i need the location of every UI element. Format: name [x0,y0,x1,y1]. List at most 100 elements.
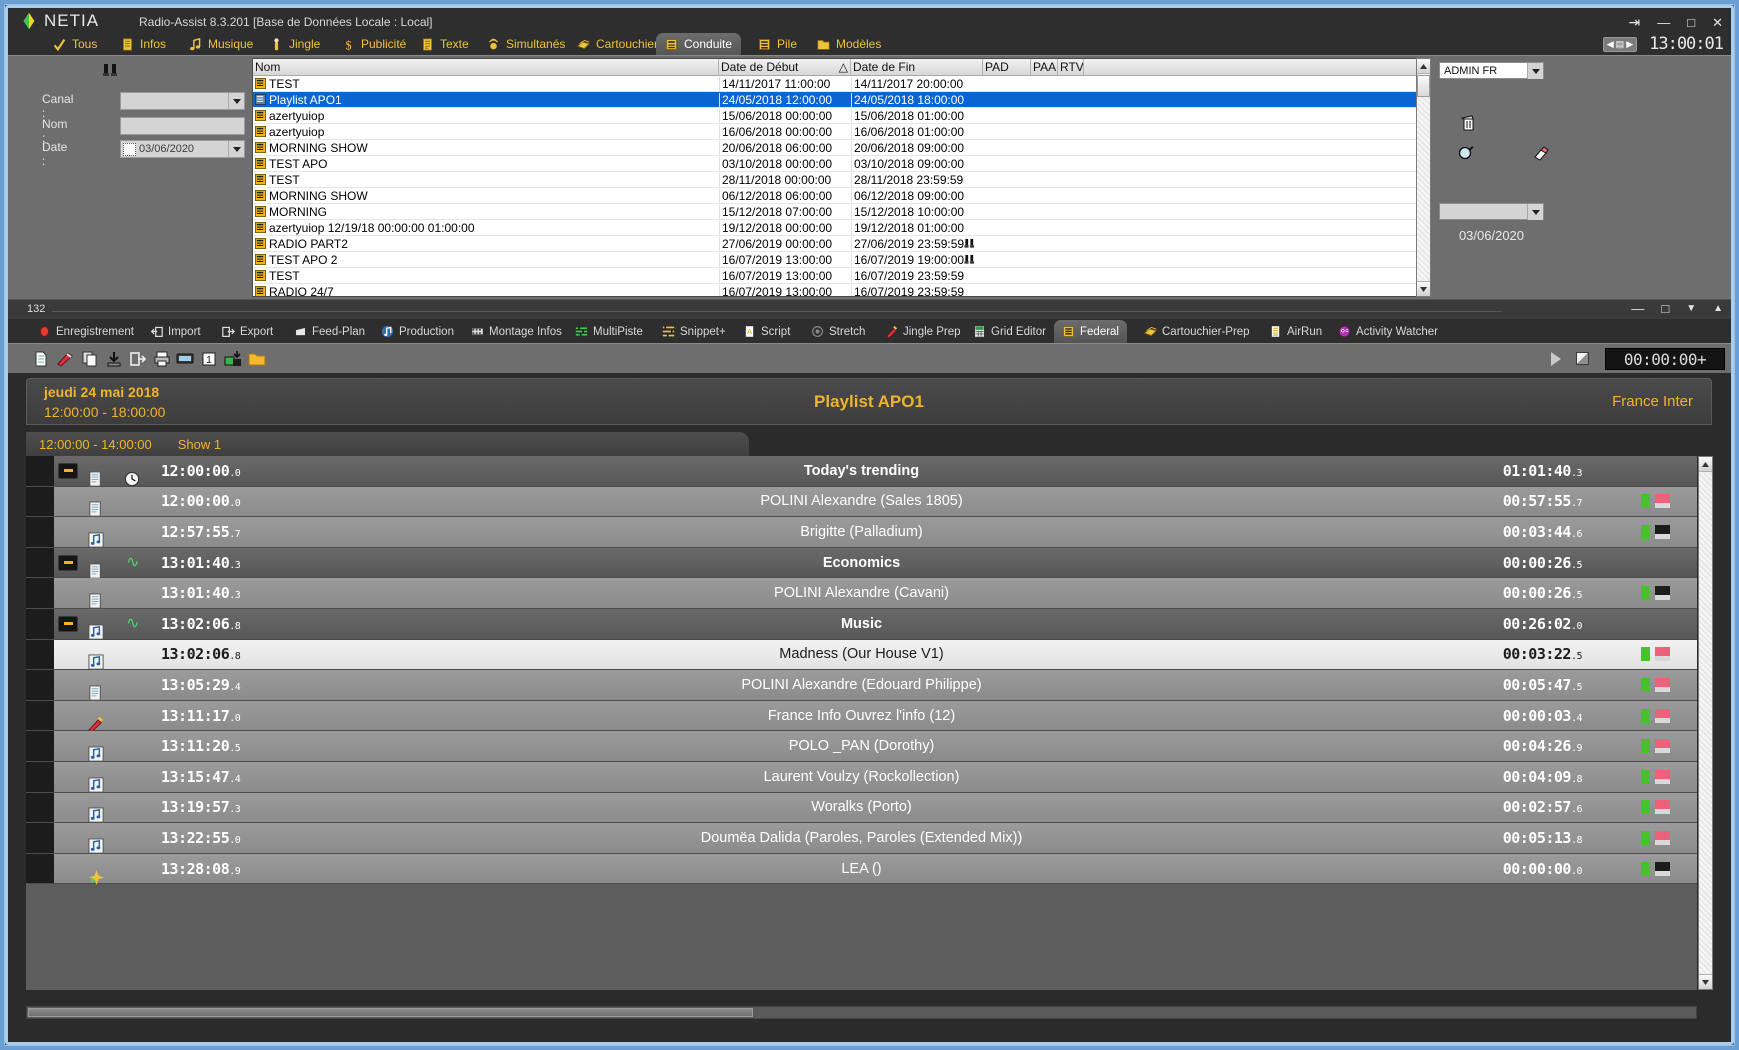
column-header-start[interactable]: Date de Début △ [719,59,851,75]
chevron-down-icon[interactable] [228,141,244,157]
nom-input[interactable] [120,117,245,135]
table-row[interactable]: azertyuiop 16/06/2018 00:00:00 16/06/2018 … [253,124,1430,140]
date-enable-checkbox[interactable] [123,142,136,156]
secondary-select[interactable] [1439,203,1544,220]
column-header-nom[interactable]: Nom [253,59,719,75]
module-tab-activity-watcher[interactable]: Activity Watcher [1330,320,1446,343]
scroll-down-button[interactable] [1417,281,1430,296]
items-horizontal-scrollbar[interactable] [26,1006,1697,1019]
column-header-end[interactable]: Date de Fin [851,59,983,75]
module-tab-import[interactable]: Import [142,320,209,343]
user-select[interactable]: ADMIN FR [1439,62,1544,79]
tab-conduite[interactable]: Conduite [656,33,742,55]
column-header-pad[interactable]: PAD [983,59,1031,75]
module-tab-stretch[interactable]: Stretch [803,320,873,343]
tab-simultan-s[interactable]: Simultanés [478,33,574,55]
table-row[interactable]: MORNING SHOW 20/06/2018 06:00:00 20/06/201… [253,140,1430,156]
column-header-paa[interactable]: PAA [1031,59,1058,75]
playlist-item-row[interactable]: 12:00:00.0 POLINI Alexandre (Sales 1805) 0… [26,486,1697,518]
canal-select[interactable] [120,92,245,110]
logout-icon[interactable]: ⇥ [1629,15,1641,29]
playlist-item-row[interactable]: 13:11:17.0 France Info Ouvrez l'info (12)… [26,700,1697,733]
playlist-item-row[interactable]: 12:57:55.7 Brigitte (Palladium) 00:03:44.6 [26,517,1697,548]
scrollbar-track[interactable] [1417,97,1430,280]
page-nav-control[interactable]: ◀ ▤ ▶ [1602,36,1638,52]
list-icon[interactable]: ▤ [1616,39,1625,50]
table-row[interactable]: TEST APO 2 16/07/2019 13:00:00 16/07/2019 … [253,252,1430,268]
table-vertical-scrollbar[interactable] [1416,58,1431,297]
date-picker[interactable]: 03/06/2020 [120,140,245,158]
lower-maximize-button[interactable]: □ [1661,302,1669,315]
module-tab-cartouchier-prep[interactable]: Cartouchier-Prep [1136,320,1258,343]
scrollbar-thumb[interactable] [1417,75,1430,97]
page-one-icon[interactable]: 1 [200,350,218,368]
tab-infos[interactable]: Infos [112,33,175,55]
playlist-item-row[interactable]: 12:00:00.0 Today's trending 01:01:40.3 [26,456,1697,487]
horizontal-scrollbar-thumb[interactable] [28,1008,753,1017]
save-icon[interactable] [105,350,123,368]
exit-icon[interactable] [129,350,147,368]
tab-pile[interactable]: Pile [749,33,806,55]
items-vertical-scrollbar[interactable] [1698,456,1713,990]
playlist-item-row[interactable]: 13:02:06.8 Madness (Our House V1) 00:03:22… [26,639,1697,671]
minimize-button[interactable]: — [1657,16,1670,29]
items-scroll-up-button[interactable] [1699,457,1712,472]
module-tab-production[interactable]: Production [373,320,462,343]
playlist-item-row[interactable]: 13:28:08.9 LEA () 00:00:00.0 [26,853,1697,885]
tab-jingle[interactable]: Jingle [261,33,329,55]
table-row[interactable]: TEST 28/11/2018 00:00:00 28/11/2018 23:59:… [253,172,1430,188]
table-row[interactable]: MORNING SHOW 06/12/2018 06:00:00 06/12/201… [253,188,1430,204]
lower-expand-button[interactable]: ▲ [1713,303,1723,314]
items-scrollbar-track[interactable] [1699,473,1712,973]
module-tab-jingle-prep[interactable]: Jingle Prep [877,320,969,343]
trash-icon[interactable] [1459,114,1477,132]
table-row[interactable]: TEST 16/07/2019 13:00:00 16/07/2019 23:59:… [253,268,1430,284]
play-button[interactable] [1551,352,1561,366]
tab-cartouchier[interactable]: Cartouchier [568,33,667,55]
tab-tous[interactable]: Tous [44,33,106,55]
module-tab-enregistrement[interactable]: Enregistrement [30,320,142,343]
filter-icon[interactable] [102,62,118,78]
maximize-button[interactable]: □ [1687,16,1695,29]
module-tab-feed-plan[interactable]: Feed-Plan [286,320,373,343]
print-icon[interactable] [153,350,171,368]
table-row[interactable]: RADIO 24/7 16/07/2019 13:00:00 16/07/2019 … [253,284,1430,296]
module-tab-montage-infos[interactable]: Montage Infos [463,320,570,343]
copy-icon[interactable] [81,350,99,368]
playlist-item-row[interactable]: 13:11:20.5 POLO _PAN (Dorothy) 00:04:26.9 [26,731,1697,762]
prev-arrow-icon[interactable]: ◀ [1607,39,1614,50]
chevron-down-icon[interactable] [228,93,244,109]
table-row[interactable]: RADIO PART2 27/06/2019 00:00:00 27/06/2019… [253,236,1430,252]
module-tab-snippet-[interactable]: Snippet+ [654,320,734,343]
magnifier-icon[interactable] [1457,144,1475,162]
lower-collapse-button[interactable]: ▼ [1686,303,1696,314]
folder-open-icon[interactable] [248,350,266,368]
table-row[interactable]: azertyuiop 15/06/2018 00:00:00 15/06/2018 … [253,108,1430,124]
module-tab-multipiste[interactable]: MultiPiste [567,320,651,343]
module-tab-script[interactable]: A Script [735,320,798,343]
new-document-icon[interactable] [32,350,50,368]
chevron-down-icon[interactable] [1527,63,1543,79]
module-tab-federal[interactable]: Federal [1054,320,1127,343]
playlist-item-row[interactable]: ∿ 13:01:40.3 Economics 00:00:26.5 [26,547,1697,579]
module-tab-export[interactable]: Export [214,320,281,343]
cut-knife-icon[interactable] [56,350,74,368]
playlist-item-row[interactable]: 13:15:47.4 Laurent Voulzy (Rockollection)… [26,761,1697,793]
next-arrow-icon[interactable]: ▶ [1626,39,1633,50]
chevron-down-icon[interactable] [1527,204,1543,220]
table-row[interactable]: Playlist APO1 24/05/2018 12:00:00 24/05/20… [253,92,1430,108]
table-row[interactable]: TEST APO 03/10/2018 00:00:00 03/10/2018 09… [253,156,1430,172]
table-row[interactable]: azertyuiop 12/19/18 00:00:00 01:00:00 19/… [253,220,1430,236]
scroll-up-button[interactable] [1417,59,1430,74]
show-bar[interactable]: 12:00:00 - 14:00:00 Show 1 [26,432,749,456]
playlist-item-row[interactable]: 13:22:55.0 Doumëa Dalida (Paroles, Parole… [26,823,1697,854]
table-row[interactable]: MORNING 15/12/2018 07:00:00 15/12/2018 10:… [253,204,1430,220]
module-tab-grid-editor[interactable]: Grid Editor [965,320,1054,343]
tab-texte[interactable]: Texte [412,33,478,55]
column-header-rtv[interactable]: RTV [1058,59,1084,75]
lower-minimize-button[interactable]: — [1631,302,1644,315]
add-item-icon[interactable] [224,350,242,368]
monitor-icon[interactable] [176,350,194,368]
playlist-item-row[interactable]: 13:19:57.3 Woralks (Porto) 00:02:57.6 [26,792,1697,824]
stop-button[interactable] [1576,352,1589,365]
